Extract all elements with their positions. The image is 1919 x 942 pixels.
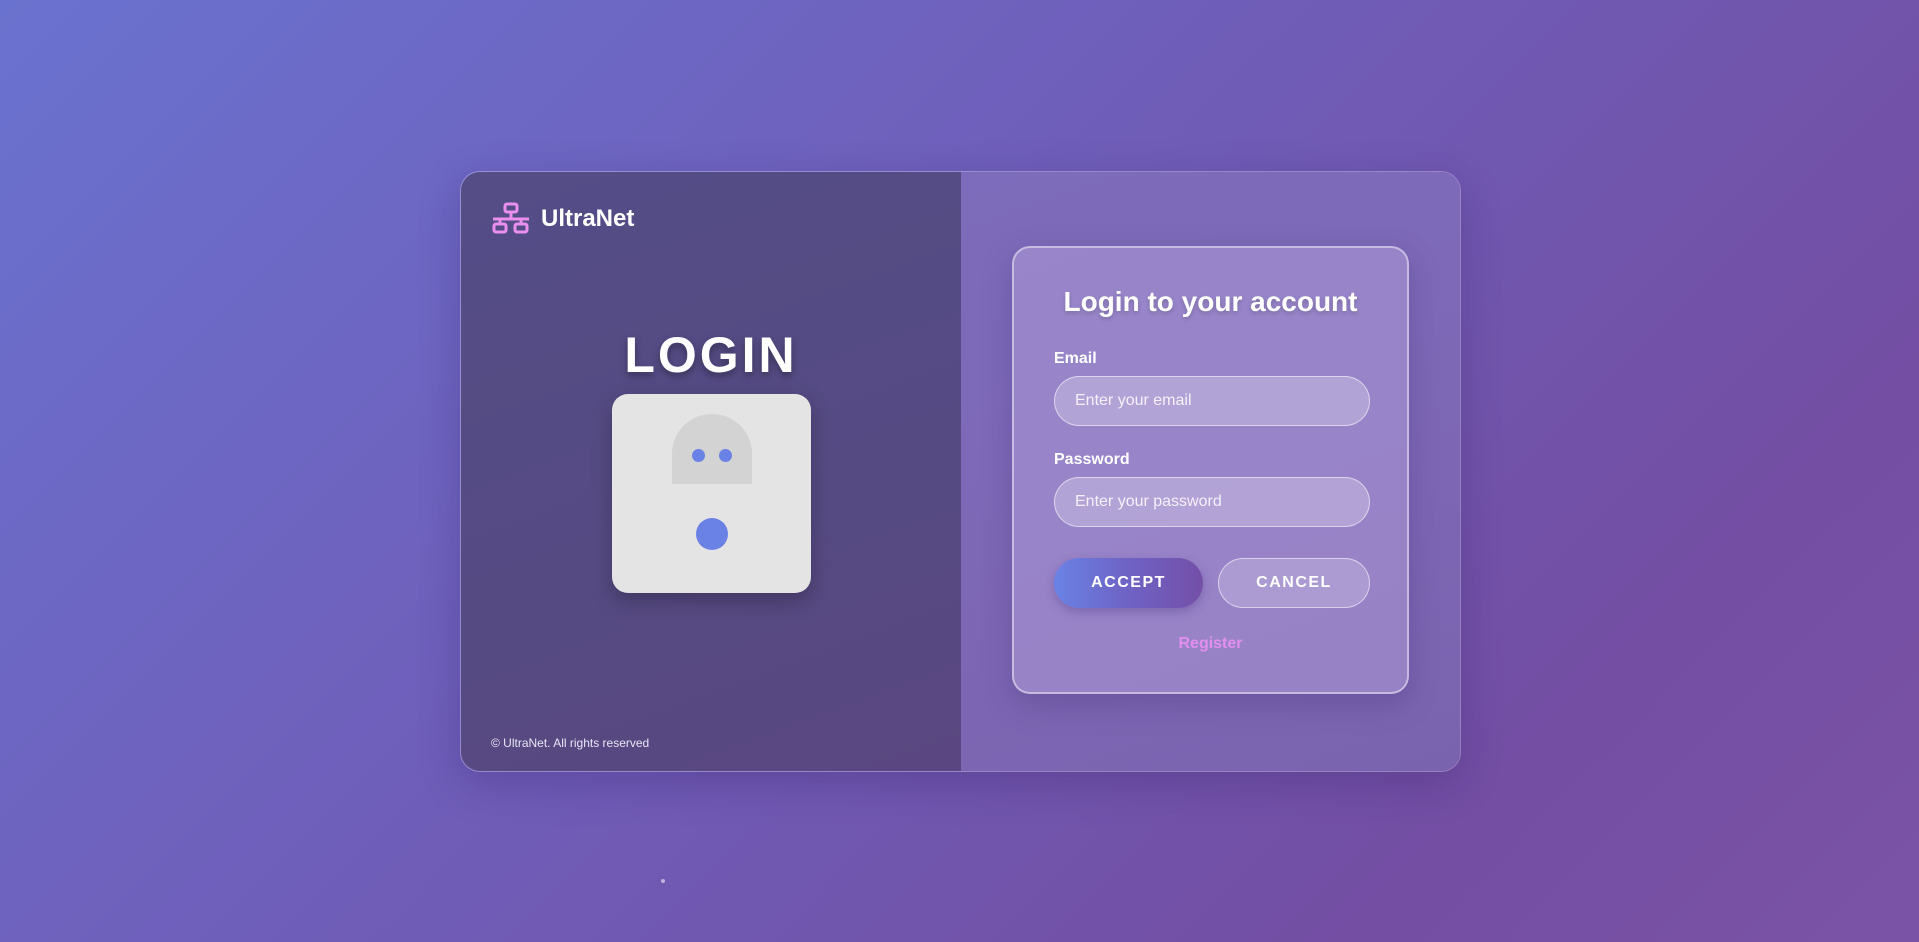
left-panel: UltraNet LOGIN © UltraNet. All rights re… [461, 172, 961, 771]
login-heading: LOGIN [624, 327, 798, 383]
robot-icon [612, 394, 811, 593]
robot-eye-left [692, 449, 705, 462]
brand-name: UltraNet [541, 205, 635, 232]
login-card: UltraNet LOGIN © UltraNet. All rights re… [460, 171, 1461, 772]
email-input[interactable] [1054, 376, 1370, 426]
robot-head [672, 414, 752, 484]
robot-eye-right [719, 449, 732, 462]
form-title: Login to your account [1063, 286, 1358, 317]
login-form: Login to your account Email Password ACC… [1012, 246, 1409, 694]
network-icon [492, 202, 529, 234]
password-label: Password [1054, 451, 1130, 468]
email-label: Email [1054, 350, 1097, 367]
decorative-dot [661, 879, 665, 883]
accept-button[interactable]: ACCEPT [1054, 558, 1203, 608]
cancel-button[interactable]: CANCEL [1218, 558, 1370, 608]
robot-chest-light [696, 518, 728, 550]
brand: UltraNet [491, 202, 634, 236]
register-link[interactable]: Register [1014, 635, 1407, 653]
password-input[interactable] [1054, 477, 1370, 527]
copyright-footer: © UltraNet. All rights reserved [491, 736, 650, 750]
right-panel: Login to your account Email Password ACC… [961, 172, 1460, 771]
